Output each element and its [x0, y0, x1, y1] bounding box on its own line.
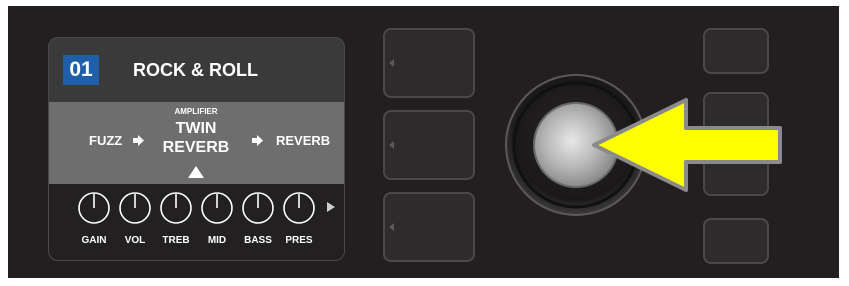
encoder-highlight-graphic	[505, 74, 782, 216]
display-screen: 01 ROCK & ROLL FUZZ AMPLIFIER TWIN REVER…	[48, 37, 345, 261]
preset-number: 01	[63, 55, 99, 85]
knob-label-vol: VOL	[124, 235, 146, 246]
knob-label-treb: TREB	[162, 235, 190, 246]
knob-label-bass: BASS	[244, 235, 272, 246]
preset-name: ROCK & ROLL	[133, 60, 258, 80]
treb-knob-icon[interactable]	[159, 191, 193, 225]
more-knobs-arrow-icon[interactable]	[327, 202, 335, 212]
amplifier-name-line1: TWIN	[175, 120, 217, 137]
chain-arrow-icon	[252, 135, 263, 146]
preset-header: 01 ROCK & ROLL	[49, 38, 344, 102]
knob-label-pres: PRES	[285, 235, 313, 246]
chain-item-amplifier[interactable]: AMPLIFIER TWIN REVERB	[149, 102, 243, 184]
soft-button-3[interactable]	[383, 192, 475, 262]
soft-button-2[interactable]	[383, 110, 475, 180]
bass-knob-icon[interactable]	[241, 191, 275, 225]
gain-knob-icon[interactable]	[77, 191, 111, 225]
knob-label-mid: MID	[207, 235, 227, 246]
knob-label-gain: GAIN	[81, 235, 107, 246]
soft-button-1[interactable]	[383, 28, 475, 98]
right-button-1[interactable]	[703, 28, 769, 74]
button-indicator-icon	[389, 223, 394, 231]
selection-pointer-icon	[188, 166, 204, 178]
signal-chain: FUZZ AMPLIFIER TWIN REVERB REVERB	[49, 102, 344, 184]
button-indicator-icon	[389, 141, 394, 149]
chain-item-reverb[interactable]: REVERB	[276, 133, 330, 148]
chain-arrow-icon	[133, 135, 144, 146]
vol-knob-icon[interactable]	[118, 191, 152, 225]
pres-knob-icon[interactable]	[282, 191, 316, 225]
button-indicator-icon	[389, 59, 394, 67]
right-button-3[interactable]	[703, 218, 769, 264]
amplifier-label: AMPLIFIER	[174, 107, 218, 116]
knob-row: GAIN VOL TREB MID BASS PRES	[49, 184, 344, 260]
mid-knob-icon[interactable]	[200, 191, 234, 225]
chain-item-fuzz[interactable]: FUZZ	[89, 133, 122, 148]
amplifier-name-line2: REVERB	[162, 139, 230, 156]
